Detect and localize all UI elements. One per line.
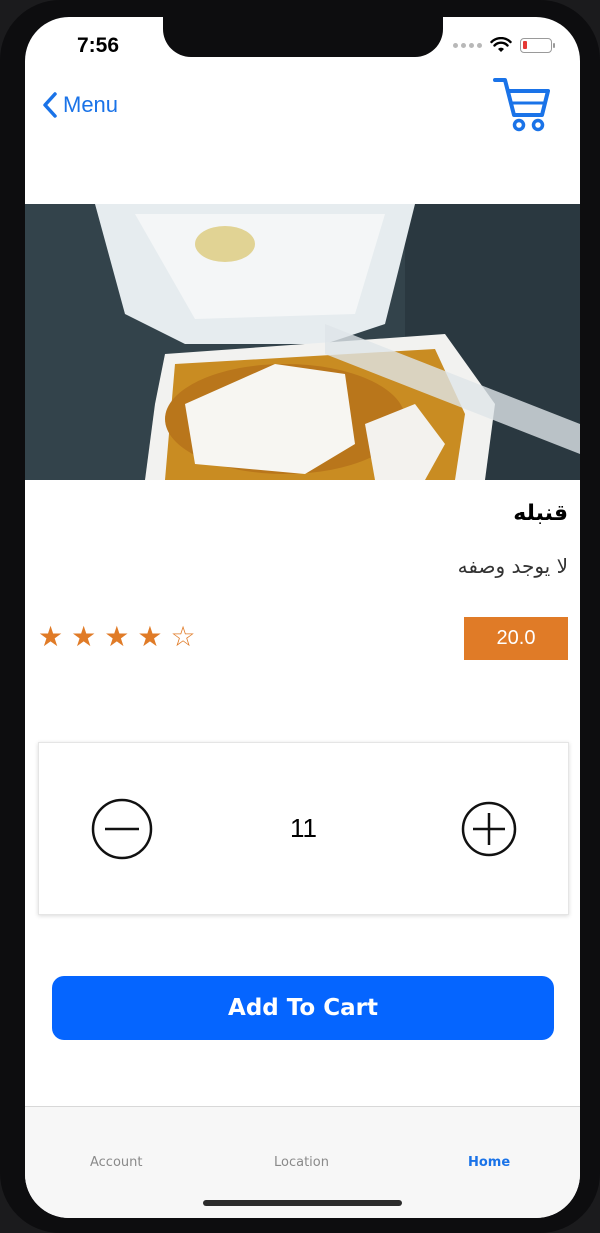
- tab-location[interactable]: Location: [274, 1155, 329, 1170]
- chevron-left-icon: [43, 92, 57, 118]
- price-badge: 20.0: [464, 617, 568, 660]
- star-filled-icon: ★: [137, 620, 163, 653]
- battery-icon: [520, 37, 555, 53]
- status-icons: [453, 37, 555, 53]
- screen: 7:56 Menu قنبله لا يوجد وصفه ★ ★ ★ ★ ☆ 2…: [25, 17, 580, 1218]
- wifi-icon: [490, 37, 512, 52]
- rating-stars: ★ ★ ★ ★ ☆: [38, 621, 196, 653]
- back-button[interactable]: Menu: [41, 91, 118, 119]
- cart-button[interactable]: [492, 75, 552, 140]
- status-time: 7:56: [77, 34, 120, 57]
- add-to-cart-button[interactable]: Add To Cart: [52, 976, 554, 1040]
- plus-circle-icon: [461, 801, 517, 857]
- home-indicator: [203, 1200, 402, 1206]
- cart-icon: [493, 78, 550, 132]
- star-filled-icon: ★: [38, 620, 64, 653]
- star-filled-icon: ★: [71, 620, 97, 653]
- star-empty-icon: ☆: [170, 620, 196, 653]
- product-image: [25, 204, 580, 480]
- device-frame: 7:56 Menu قنبله لا يوجد وصفه ★ ★ ★ ★ ☆ 2…: [0, 0, 600, 1233]
- tab-account[interactable]: Account: [90, 1155, 143, 1170]
- quantity-stepper: 11: [38, 742, 569, 915]
- product-description: لا يوجد وصفه: [457, 554, 568, 578]
- tab-home[interactable]: Home: [468, 1155, 510, 1170]
- signal-icon: [453, 42, 482, 48]
- star-filled-icon: ★: [104, 620, 130, 653]
- increase-quantity-button[interactable]: [461, 798, 523, 860]
- notch: [163, 17, 443, 57]
- product-title: قنبله: [513, 501, 568, 526]
- back-button-label: Menu: [63, 92, 119, 117]
